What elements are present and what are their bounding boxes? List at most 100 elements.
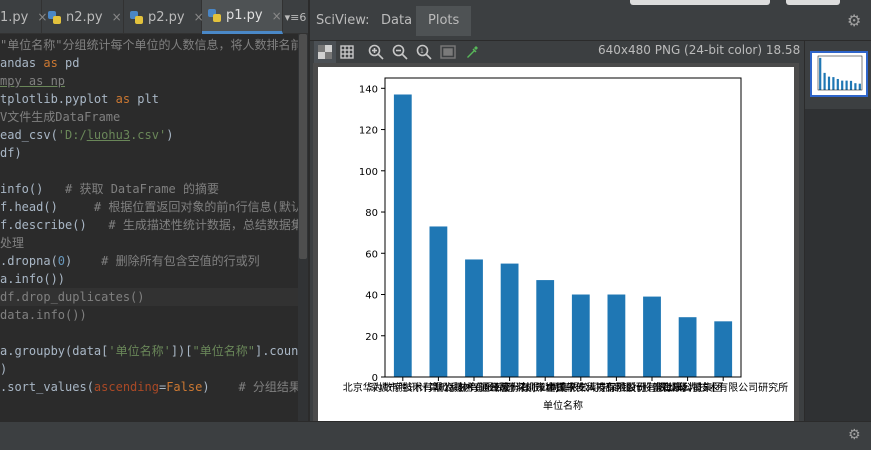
code-token: info() — [0, 182, 66, 196]
y-tick-label: 20 — [365, 332, 378, 343]
y-tick-label: 40 — [365, 291, 378, 302]
y-tick-label: 100 — [359, 167, 378, 178]
code-line: a.info()) — [0, 270, 65, 288]
code-token: ) — [202, 380, 239, 394]
chart-bar — [571, 294, 590, 377]
code-token: # 根据位置返回对象的前n行信息(默认值为5) — [93, 200, 308, 214]
code-token: '单位名称' — [108, 344, 171, 358]
code-token: ead_csv( — [0, 128, 58, 142]
code-line: info() # 获取 DataFrame 的摘要 — [0, 180, 219, 198]
chart-bar — [500, 263, 519, 377]
thumbnail-bar — [836, 78, 839, 90]
thumbnail-chart — [817, 55, 863, 91]
thumbnail-bar — [845, 80, 848, 90]
tool-window-bar: ⚙ — [0, 421, 871, 450]
code-token: as — [43, 56, 58, 70]
editor-tab-bar: 1.py × n2.py × p2.py × p1.py × — [0, 0, 308, 34]
editor-tab[interactable]: p2.py × — [124, 0, 204, 34]
code-line: df.drop_duplicates() — [0, 288, 298, 306]
editor-tab[interactable]: p1.py × — [202, 0, 283, 34]
y-tick-label: 80 — [365, 208, 378, 219]
code-line: 处理 — [0, 234, 24, 252]
code-token: pd — [57, 56, 80, 70]
editor-tab[interactable]: 1.py × — [0, 0, 47, 34]
thumbnail-bar — [854, 83, 857, 90]
plot-image: 北京华为数字技术有限公司 深圳市腾讯计算机系统有限公司 华为技术有限公司 中兴通讯股份… — [318, 67, 794, 421]
editor-scrollbar[interactable] — [298, 34, 308, 421]
tab-overflow-button[interactable]: ▾≡6 — [283, 0, 308, 34]
code-token: V文件生成DataFrame — [0, 110, 121, 124]
code-token: data.info()) — [0, 308, 87, 322]
plot-toolbar: 1 640x480 PNG (24-bit color) 18.58 KB — [310, 41, 821, 63]
checkerboard-icon[interactable] — [314, 41, 336, 63]
code-line: f.describe() # 生成描述性统计数据，总结数据集分布的 — [0, 216, 308, 234]
code-token: .sort_values( — [0, 380, 94, 394]
editor-tab-label: n2.py — [66, 9, 103, 25]
code-token: ) — [166, 128, 174, 142]
chart-bar — [678, 317, 697, 377]
code-token: 0 — [57, 254, 66, 268]
sciview-header: SciView: Data Plots ⚙ — [310, 0, 871, 41]
chart-bar — [536, 280, 555, 377]
code-token: # 获取 DataFrame 的摘要 — [65, 182, 219, 196]
code-token: a.info()) — [0, 272, 66, 286]
python-file-icon — [208, 9, 221, 22]
y-tick-label: 120 — [359, 126, 378, 137]
code-line: .dropna(0) # 删除所有包含空值的行或列 — [0, 252, 260, 270]
editor-tab[interactable]: n2.py × — [42, 0, 124, 34]
editor-tab-label: p1.py — [226, 8, 263, 23]
chart-bar — [429, 226, 448, 377]
tab-plots[interactable]: Plots — [416, 6, 472, 36]
grid-icon[interactable] — [336, 41, 358, 63]
gear-icon[interactable]: ⚙ — [848, 427, 861, 443]
code-line: a.groupby(data['单位名称'])["单位名称"].count() … — [0, 342, 308, 360]
code-line: tplotlib.pyplot as plt — [0, 90, 159, 108]
close-tab-icon[interactable]: × — [112, 10, 122, 24]
code-editor[interactable]: "单位名称"分组统计每个单位的人数信息，将人数排名前10的单 andas as p… — [0, 34, 308, 421]
code-token: luohu3 — [86, 128, 131, 142]
code-token: a.groupby(data[ — [0, 344, 109, 358]
thumbnail-bar — [841, 80, 844, 90]
plot-thumbnail[interactable] — [810, 51, 868, 97]
chart-bar — [393, 94, 412, 377]
zoom-out-icon[interactable] — [389, 41, 411, 63]
code-token: plt — [130, 92, 159, 106]
code-token: # 生成描述性统计数据，总结数据集分布的 — [108, 218, 308, 232]
y-tick-label: 60 — [365, 249, 378, 260]
code-token: ) — [65, 254, 102, 268]
code-line: .sort_values(ascending=False) # 分组结果排序 — [0, 378, 308, 396]
thumbnail-scroll-area[interactable] — [805, 109, 871, 421]
code-token: "单位名称" — [192, 344, 255, 358]
thumbnail-bar — [832, 77, 835, 90]
editor-scrollbar-thumb[interactable] — [299, 34, 307, 259]
code-line: mpy as np — [0, 72, 65, 90]
thumbnail-bar — [849, 80, 853, 90]
code-token: "单位名称"分组统计每个单位的人数信息，将人数排名前10的单 — [0, 38, 308, 52]
python-file-icon — [130, 10, 143, 24]
image-info-label: 640x480 PNG (24-bit color) 18.58 KB — [598, 43, 821, 57]
close-tab-icon[interactable]: × — [272, 9, 282, 23]
sciview-title: SciView: — [316, 13, 370, 28]
actual-size-icon[interactable]: 1 — [413, 41, 435, 63]
code-token: f.describe() — [0, 218, 109, 232]
gear-icon[interactable]: ⚙ — [847, 11, 861, 30]
thumbnail-bar — [819, 57, 822, 90]
code-token: f.head() — [0, 200, 94, 214]
code-line: f.head() # 根据位置返回对象的前n行信息(默认值为5) — [0, 198, 308, 216]
thumbnail-bar — [823, 72, 826, 90]
editor-pane: 1.py × n2.py × p2.py × p1.py × ▾≡6 "单位名称"分组统计每个… — [0, 0, 308, 421]
x-tick-label: 深圳华为技术有限公司研究所 — [658, 381, 788, 394]
code-token: .csv' — [130, 128, 167, 142]
zoom-in-icon[interactable] — [365, 41, 387, 63]
code-token: # 删除所有包含空值的行或列 — [101, 254, 260, 268]
code-token: as — [115, 92, 131, 106]
editor-tab-label: 1.py — [0, 9, 29, 25]
color-picker-icon[interactable] — [461, 41, 483, 63]
code-token: ascending — [93, 380, 159, 394]
editor-tab-label: p2.py — [148, 9, 185, 25]
fit-window-icon[interactable] — [437, 41, 459, 63]
y-tick-label: 140 — [359, 84, 378, 95]
plot-viewport[interactable]: 北京华为数字技术有限公司 深圳市腾讯计算机系统有限公司 华为技术有限公司 中兴通讯股份… — [313, 63, 799, 421]
bar-chart: 北京华为数字技术有限公司深圳市腾讯计算机系统有限公司华为技术有限公司中兴通讯股份… — [343, 77, 788, 412]
code-line: df) — [0, 144, 22, 162]
